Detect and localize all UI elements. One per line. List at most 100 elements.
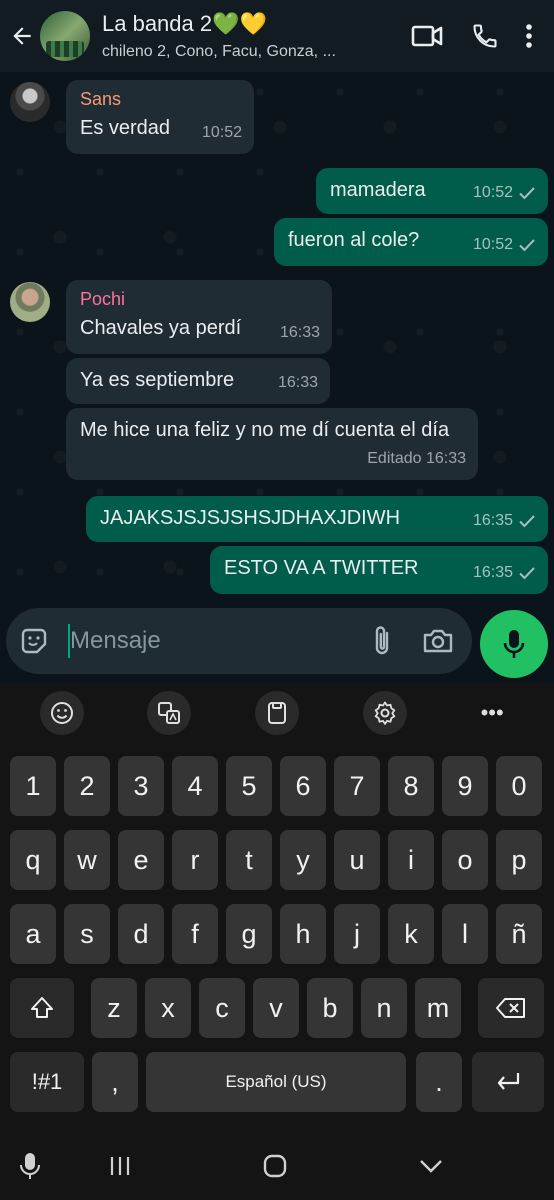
message-time: 10:52: [201, 124, 242, 141]
message-time: 16:33: [279, 324, 320, 341]
message-bubble[interactable]: Ya es septiembre 16:33: [66, 358, 330, 404]
avatar-pochi[interactable]: [10, 282, 50, 322]
key-s[interactable]: s: [64, 904, 110, 964]
key-p[interactable]: p: [496, 830, 542, 890]
key-1[interactable]: 1: [10, 756, 56, 816]
chat-members: chileno 2, Cono, Facu, Gonza, ...: [102, 43, 336, 60]
composer: Mensaje: [0, 606, 554, 682]
more-icon[interactable]: •••: [470, 691, 514, 735]
message-bubble[interactable]: Pochi Chavales ya perdí 16:33: [66, 280, 332, 354]
hide-keyboard-button[interactable]: [409, 1144, 453, 1188]
group-avatar[interactable]: [40, 11, 90, 61]
message-text: JAJAKSJSJSJSHSJDHAXJDIWH: [100, 507, 401, 529]
chat-header: La banda 2💚💛 chileno 2, Cono, Facu, Gonz…: [0, 0, 554, 72]
message-time: 16:35: [472, 512, 513, 529]
message-bubble[interactable]: mamadera 10:52: [316, 168, 548, 214]
message-bubble[interactable]: ESTO VA A TWITTER 16:35: [210, 546, 548, 594]
translate-button[interactable]: [147, 691, 192, 735]
clipboard-button[interactable]: [254, 691, 299, 735]
key-a[interactable]: a: [10, 904, 56, 964]
key-d[interactable]: d: [118, 904, 164, 964]
message-bubble[interactable]: JAJAKSJSJSJSHSJDHAXJDIWH 16:35: [86, 496, 548, 542]
video-call-button[interactable]: [398, 11, 456, 61]
shift-key[interactable]: [10, 978, 74, 1038]
key-ñ[interactable]: ñ: [496, 904, 542, 964]
emoji-button[interactable]: [39, 691, 84, 735]
chat-title: La banda 2💚💛: [102, 11, 267, 36]
comma-key[interactable]: ,: [92, 1052, 138, 1112]
attach-icon: [375, 626, 389, 655]
key-u[interactable]: u: [334, 830, 380, 890]
key-b[interactable]: b: [307, 978, 353, 1038]
key-c[interactable]: c: [199, 978, 245, 1038]
chevron-down-icon: [420, 1160, 442, 1173]
key-y[interactable]: y: [280, 830, 326, 890]
camera-icon: [423, 629, 453, 653]
key-n[interactable]: n: [361, 978, 407, 1038]
sticker-icon: [21, 628, 47, 654]
voice-call-button[interactable]: [456, 11, 514, 61]
mic-icon: [503, 630, 525, 658]
keyboard-settings-button[interactable]: [362, 691, 407, 735]
key-l[interactable]: l: [442, 904, 488, 964]
sent-check-icon: [519, 515, 535, 528]
phone-icon: [473, 24, 497, 48]
menu-button[interactable]: [514, 11, 544, 61]
attach-button[interactable]: [354, 608, 410, 674]
key-z[interactable]: z: [91, 978, 137, 1038]
camera-button[interactable]: [410, 608, 466, 674]
clipboard-icon: [267, 702, 286, 724]
period-key[interactable]: .: [416, 1052, 462, 1112]
message-bubble[interactable]: Me hice una feliz y no me dí cuenta el d…: [66, 408, 478, 480]
key-t[interactable]: t: [226, 830, 272, 890]
voice-message-button[interactable]: [480, 610, 548, 678]
voice-input-button[interactable]: [8, 1144, 52, 1188]
message-input-pill[interactable]: Mensaje: [6, 608, 472, 674]
key-f[interactable]: f: [172, 904, 218, 964]
message-time: 16:33: [277, 374, 318, 391]
key-3[interactable]: 3: [118, 756, 164, 816]
key-w[interactable]: w: [64, 830, 110, 890]
more-vert-icon: [526, 24, 532, 48]
key-6[interactable]: 6: [280, 756, 326, 816]
message-list[interactable]: Sans Es verdad 10:52 mamadera 10:52 fuer…: [0, 72, 554, 612]
key-o[interactable]: o: [442, 830, 488, 890]
key-5[interactable]: 5: [226, 756, 272, 816]
key-g[interactable]: g: [226, 904, 272, 964]
key-x[interactable]: x: [145, 978, 191, 1038]
recents-button[interactable]: [98, 1144, 142, 1188]
key-k[interactable]: k: [388, 904, 434, 964]
key-7[interactable]: 7: [334, 756, 380, 816]
symbols-key[interactable]: !#1: [10, 1052, 84, 1112]
shift-icon: [31, 997, 53, 1018]
backspace-key[interactable]: [478, 978, 544, 1038]
key-e[interactable]: e: [118, 830, 164, 890]
system-nav-bar: [0, 1130, 554, 1200]
key-4[interactable]: 4: [172, 756, 218, 816]
key-v[interactable]: v: [253, 978, 299, 1038]
message-input[interactable]: Mensaje: [70, 608, 354, 674]
key-2[interactable]: 2: [64, 756, 110, 816]
space-key[interactable]: Español (US): [146, 1052, 406, 1112]
key-h[interactable]: h: [280, 904, 326, 964]
key-r[interactable]: r: [172, 830, 218, 890]
key-j[interactable]: j: [334, 904, 380, 964]
message-sender: Sans: [80, 89, 122, 109]
backspace-icon: [496, 998, 525, 1018]
home-button[interactable]: [253, 1144, 297, 1188]
sticker-button[interactable]: [6, 608, 62, 674]
key-8[interactable]: 8: [388, 756, 434, 816]
message-bubble[interactable]: fueron al cole? 10:52: [274, 218, 548, 266]
message-bubble[interactable]: Sans Es verdad 10:52: [66, 80, 254, 154]
key-i[interactable]: i: [388, 830, 434, 890]
avatar-sans[interactable]: [10, 82, 50, 122]
mic-icon: [20, 1153, 40, 1179]
chat-title-area[interactable]: La banda 2💚💛 chileno 2, Cono, Facu, Gonz…: [102, 11, 398, 61]
enter-key[interactable]: [472, 1052, 544, 1112]
key-q[interactable]: q: [10, 830, 56, 890]
back-button[interactable]: [4, 0, 40, 72]
key-m[interactable]: m: [415, 978, 461, 1038]
key-9[interactable]: 9: [442, 756, 488, 816]
keyboard-toolbar: •••: [0, 682, 554, 744]
key-0[interactable]: 0: [496, 756, 542, 816]
